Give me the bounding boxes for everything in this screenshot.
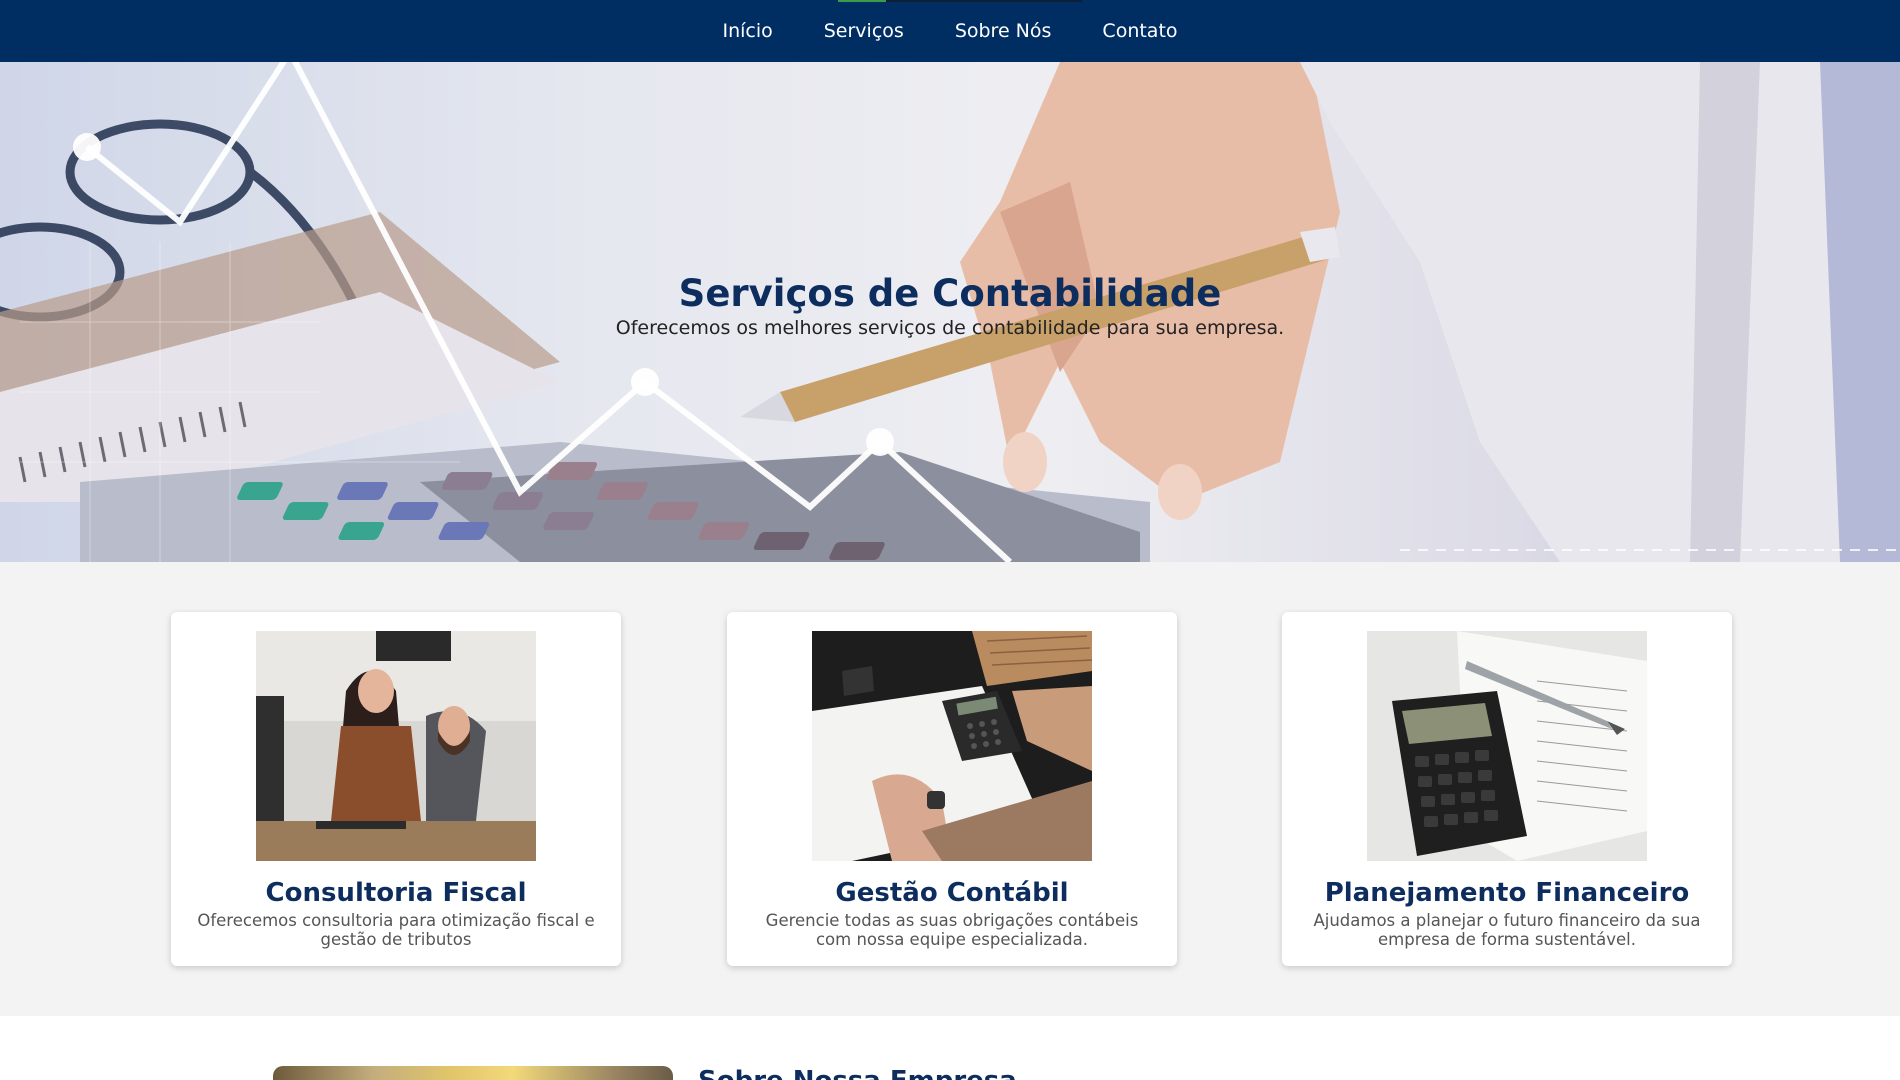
service-card-gestao-contabil: Gestão Contábil Gerencie todas as suas o…	[727, 612, 1177, 966]
nav-link-contato[interactable]: Contato	[1102, 20, 1177, 42]
hero-banner: Serviços de Contabilidade Oferecemos os …	[0, 62, 1900, 562]
service-description: Ajudamos a planejar o futuro financeiro …	[1313, 911, 1701, 949]
service-card-consultoria-fiscal: Consultoria Fiscal Oferecemos consultori…	[171, 612, 621, 966]
nav-link-inicio[interactable]: Início	[722, 20, 772, 42]
nav-link-sobre-nos[interactable]: Sobre Nós	[955, 20, 1052, 42]
service-card-planejamento-financeiro: Planejamento Financeiro Ajudamos a plane…	[1282, 612, 1732, 966]
service-description: Oferecemos consultoria para otimização f…	[197, 911, 595, 949]
about-section: Sobre Nossa Empresa	[0, 1016, 1900, 1080]
hero-title: Serviços de Contabilidade	[678, 272, 1222, 315]
nav-link-servicos[interactable]: Serviços	[824, 20, 904, 42]
about-title: Sobre Nossa Empresa	[698, 1066, 1017, 1080]
service-title: Consultoria Fiscal	[265, 878, 527, 908]
service-title: Planejamento Financeiro	[1324, 878, 1690, 908]
service-image-calculator-papers	[1367, 631, 1647, 861]
service-title: Gestão Contábil	[835, 878, 1069, 908]
top-navbar: Início Serviços Sobre Nós Contato	[0, 0, 1900, 62]
services-section: Consultoria Fiscal Oferecemos consultori…	[0, 562, 1900, 1016]
service-image-meeting	[256, 631, 536, 861]
nav-links: Início Serviços Sobre Nós Contato	[0, 0, 1900, 62]
service-image-calculator-desk	[812, 631, 1092, 861]
about-image	[273, 1066, 673, 1080]
hero-subtitle: Oferecemos os melhores serviços de conta…	[615, 317, 1285, 339]
service-description: Gerencie todas as suas obrigações contáb…	[765, 911, 1139, 949]
